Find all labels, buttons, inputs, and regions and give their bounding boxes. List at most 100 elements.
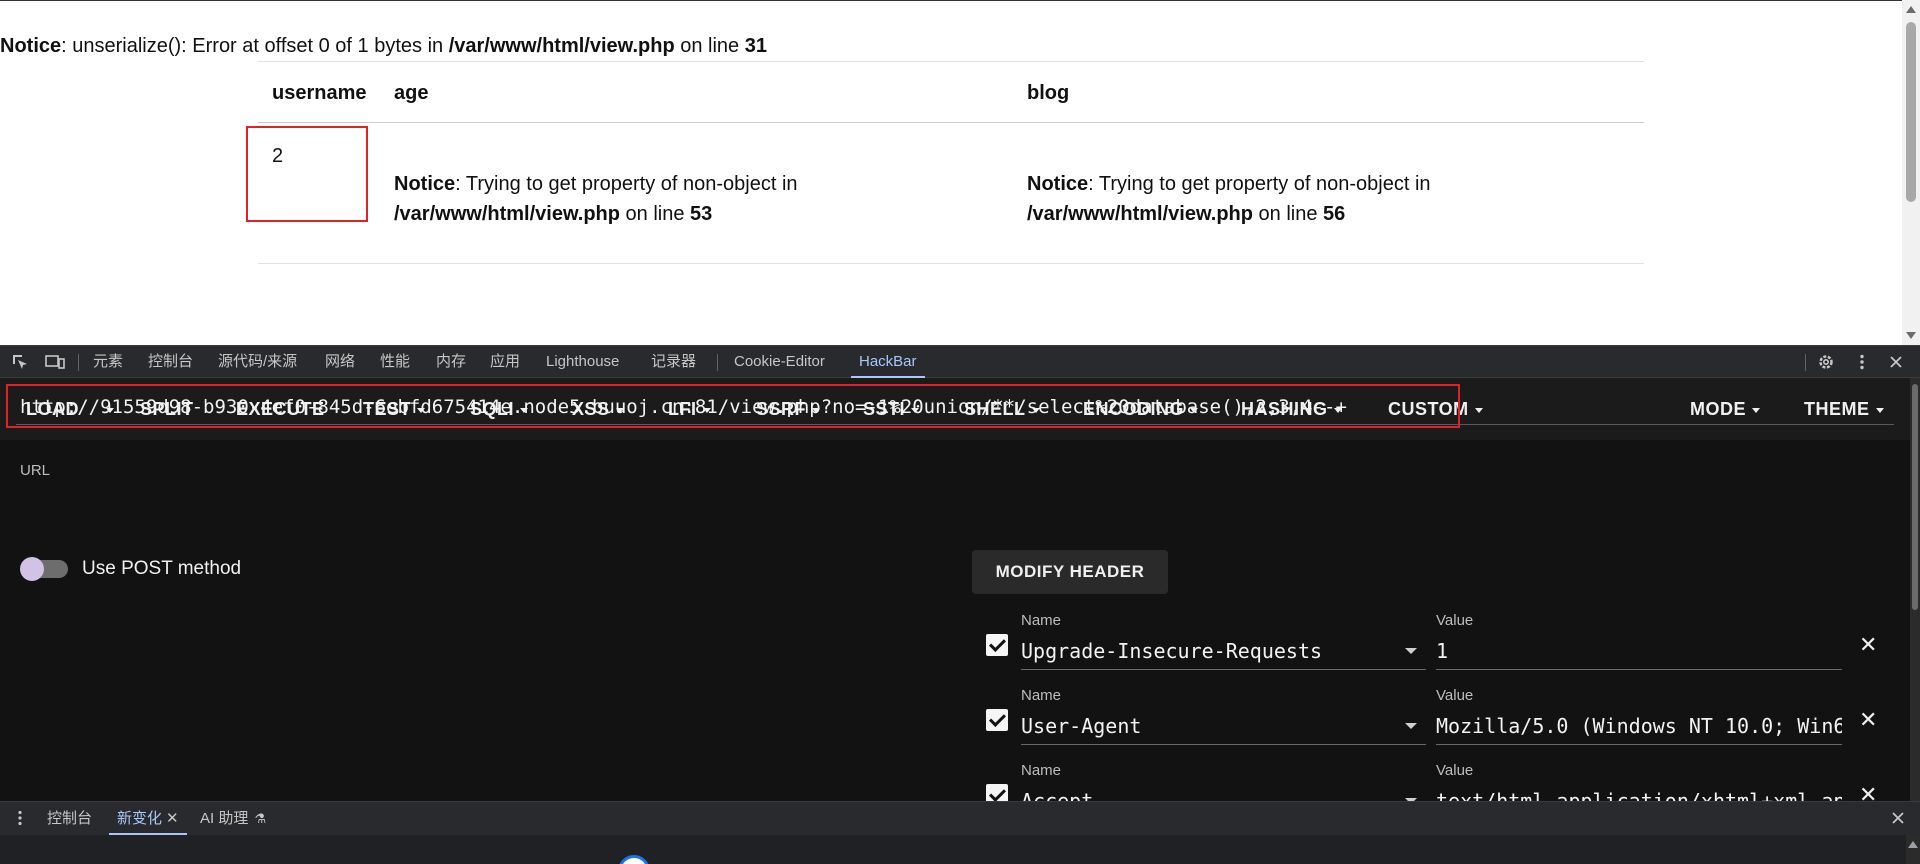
chevron-down-icon[interactable] — [1405, 723, 1417, 729]
tab-separator — [717, 354, 718, 371]
username-value: 2 — [272, 145, 284, 167]
table-header-username: username — [272, 82, 367, 104]
notice-label: Notice — [394, 173, 456, 195]
drawer-tab-ai-assistant[interactable]: AI 助理 ⚗ — [200, 802, 266, 835]
tab-elements[interactable]: 元素 — [93, 346, 123, 378]
header-name-underline — [1021, 744, 1426, 745]
remove-header-close-icon[interactable]: ✕ — [1859, 709, 1877, 731]
chevron-down-icon — [1474, 407, 1483, 413]
tab-separator — [78, 354, 79, 371]
header-row-clip: Name Accept Value text/html,application/… — [960, 760, 1910, 801]
header-value-input[interactable]: 1 — [1436, 639, 1842, 663]
mode-menu-button[interactable]: MODE — [1690, 378, 1760, 440]
notice-path: /var/www/html/view.php — [394, 203, 620, 225]
settings-gear-icon[interactable] — [1817, 353, 1835, 371]
modify-header-button[interactable]: MODIFY HEADER — [972, 550, 1168, 594]
drawer-tab-console[interactable]: 控制台 — [47, 802, 92, 835]
devtools-drawer-tab-bar: 控制台 新变化 ✕ AI 助理 ⚗ — [0, 801, 1920, 835]
chevron-down-icon — [1752, 407, 1760, 413]
header-value-label: Value — [1436, 612, 1474, 629]
tab-performance[interactable]: 性能 — [380, 346, 410, 378]
table-header-divider — [258, 122, 1644, 123]
page-scrollbar[interactable] — [1902, 0, 1920, 345]
notice-line-number: 53 — [690, 203, 713, 225]
table-top-border — [258, 61, 1644, 62]
header-name-label: Name — [1021, 762, 1062, 779]
close-icon[interactable] — [1887, 353, 1905, 371]
table-bottom-border — [258, 263, 1644, 264]
hackbar-scroll-thumb[interactable] — [1912, 384, 1918, 610]
theme-label: THEME — [1804, 399, 1870, 419]
inspect-icon[interactable] — [11, 353, 29, 371]
blog-cell-notice: Notice: Trying to get property of non-ob… — [1027, 169, 1627, 229]
tab-memory[interactable]: 内存 — [436, 346, 466, 378]
notice-path: /var/www/html/view.php — [1027, 203, 1253, 225]
header-value-input[interactable]: text/html,application/xhtml+xml,applicat… — [1436, 789, 1842, 801]
table-header-age: age — [394, 82, 429, 104]
notice-line-number: 56 — [1323, 203, 1346, 225]
tab-sources[interactable]: 源代码/来源 — [218, 346, 297, 378]
tab-application[interactable]: 应用 — [490, 346, 520, 378]
notice-line-number: 31 — [744, 35, 767, 57]
scroll-down-arrow-icon[interactable] — [1906, 332, 1916, 339]
device-toolbar-icon[interactable] — [45, 353, 65, 371]
header-name-input[interactable]: Accept — [1021, 789, 1401, 801]
header-value-underline — [1436, 669, 1842, 670]
drawer-menu-icon[interactable] — [11, 809, 29, 827]
page-scroll-thumb[interactable] — [1906, 22, 1916, 202]
web-page-viewport: Notice: unserialize(): Error at offset 0… — [0, 0, 1920, 345]
use-post-toggle[interactable] — [20, 557, 68, 581]
tab-console[interactable]: 控制台 — [148, 346, 193, 378]
age-cell-notice: Notice: Trying to get property of non-ob… — [394, 169, 994, 229]
mode-label: MODE — [1690, 399, 1746, 419]
tab-separator — [1805, 354, 1806, 371]
notice-label: Notice — [1027, 173, 1089, 195]
header-name-input[interactable]: User-Agent — [1021, 714, 1401, 738]
tab-recorder[interactable]: 记录器 — [651, 346, 696, 378]
close-tab-icon[interactable]: ✕ — [166, 810, 179, 827]
page-top-border — [0, 0, 1902, 1]
remove-header-close-icon[interactable]: ✕ — [1859, 634, 1877, 656]
username-cell-highlight: 2 — [246, 126, 368, 222]
notice-text: : Trying to get property of non-object i… — [1088, 173, 1431, 195]
tab-cookie-editor[interactable]: Cookie-Editor — [734, 346, 825, 378]
more-vert-icon[interactable] — [1853, 353, 1871, 371]
url-highlight-box — [6, 384, 1460, 428]
header-enable-checkbox[interactable] — [986, 634, 1008, 656]
experiment-flask-icon: ⚗ — [254, 811, 266, 826]
notice-on-line: on line — [674, 35, 745, 57]
use-post-label: Use POST method — [82, 558, 242, 579]
header-name-underline — [1021, 669, 1426, 670]
tab-lighthouse[interactable]: Lighthouse — [546, 346, 619, 378]
tab-network[interactable]: 网络 — [325, 346, 355, 378]
header-enable-checkbox[interactable] — [986, 784, 1008, 801]
scroll-up-arrow-icon[interactable] — [1906, 6, 1916, 13]
drawer-close-icon[interactable] — [1889, 809, 1907, 827]
notice-label: Notice — [0, 35, 62, 57]
header-enable-checkbox[interactable] — [986, 709, 1008, 731]
drawer-tab-ai-label: AI 助理 — [200, 810, 249, 827]
notice-on-line: on line — [1252, 203, 1324, 225]
header-name-label: Name — [1021, 612, 1062, 629]
header-name-input[interactable]: Upgrade-Insecure-Requests — [1021, 639, 1401, 663]
header-value-underline — [1436, 744, 1842, 745]
url-label: URL — [20, 462, 51, 479]
hackbar-scrollbar[interactable] — [1910, 378, 1920, 803]
unserialize-notice: Notice: unserialize(): Error at offset 0… — [0, 35, 767, 58]
chevron-down-icon[interactable] — [1405, 648, 1417, 654]
toggle-knob[interactable] — [20, 557, 44, 581]
hackbar-body: URL — [0, 440, 1910, 803]
remove-header-close-icon[interactable]: ✕ — [1859, 784, 1877, 802]
notice-on-line: on line — [619, 203, 691, 225]
tab-hackbar[interactable]: HackBar — [851, 346, 925, 378]
header-name-label: Name — [1021, 687, 1062, 704]
drawer-tab-changes-label: 新变化 — [117, 810, 163, 827]
drawer-clip — [0, 835, 1920, 864]
ai-assistant-logo-icon — [618, 855, 650, 864]
header-value-label: Value — [1436, 762, 1474, 779]
theme-menu-button[interactable]: THEME — [1804, 378, 1884, 440]
notice-text: : Trying to get property of non-object i… — [455, 173, 798, 195]
drawer-tab-changes[interactable]: 新变化 ✕ — [109, 802, 187, 835]
header-value-input[interactable]: Mozilla/5.0 (Windows NT 10.0; Win64; x64… — [1436, 714, 1842, 738]
header-value-label: Value — [1436, 687, 1474, 704]
